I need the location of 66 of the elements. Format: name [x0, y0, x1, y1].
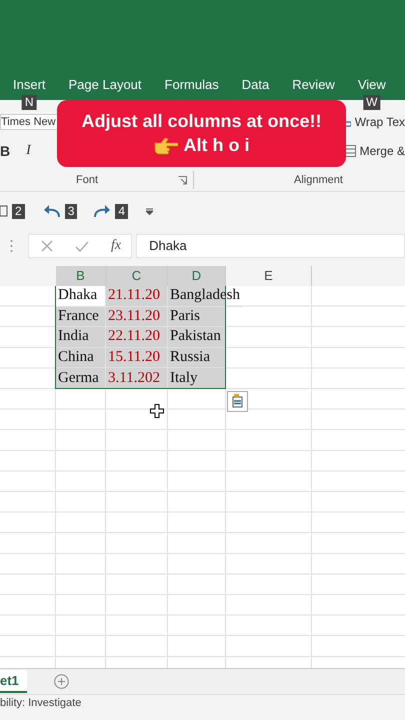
- table-cell[interactable]: Paris: [168, 306, 226, 328]
- check-icon[interactable]: [75, 240, 89, 252]
- shortcut-text: Alt h o i: [184, 135, 250, 156]
- cell-text: 23.11.20: [107, 308, 160, 325]
- pointing-hand-icon: [154, 136, 178, 154]
- format-button[interactable]: I: [26, 143, 31, 159]
- table-cell[interactable]: Pakistan: [168, 327, 226, 348]
- merge-button[interactable]: Merge &: [360, 144, 405, 158]
- cell-text: Pakistan: [169, 328, 221, 346]
- table-cell[interactable]: Italy: [168, 368, 226, 389]
- cell-text: Germa: [57, 370, 99, 387]
- table-cell[interactable]: Germa: [56, 368, 106, 389]
- undo-icon[interactable]: [42, 204, 61, 218]
- drag-handle-icon[interactable]: [10, 239, 13, 253]
- table-cell[interactable]: 15.11.20: [106, 348, 168, 368]
- column-header[interactable]: C: [106, 266, 168, 286]
- group-label: Font: [76, 174, 98, 186]
- table-cell[interactable]: 23.11.20: [106, 306, 168, 328]
- redo-icon[interactable]: [93, 204, 112, 218]
- cell-text: Russia: [169, 349, 210, 366]
- format-button[interactable]: B: [0, 143, 10, 159]
- cell-text: France: [57, 308, 99, 325]
- cell-text: 22.11.20: [107, 328, 160, 346]
- table-cell[interactable]: France: [56, 306, 106, 328]
- paste-options-icon[interactable]: [227, 391, 248, 412]
- wrap-text-button[interactable]: Wrap Tex: [354, 115, 405, 129]
- insert-function-button[interactable]: fx: [111, 238, 122, 254]
- key-tip: W: [363, 95, 380, 110]
- font-name-field[interactable]: Times New: [0, 114, 59, 130]
- ribbon-tab[interactable]: Review: [292, 76, 335, 92]
- ribbon-tab[interactable]: Insert: [13, 76, 46, 92]
- banner-title: Adjust all columns at once!!: [81, 111, 322, 132]
- table-cell[interactable]: Dhaka: [56, 286, 106, 307]
- key-tip: 2: [12, 204, 25, 218]
- cell-text: China: [57, 349, 94, 366]
- table-cell[interactable]: 21.11.20: [106, 286, 168, 307]
- add-sheet-icon[interactable]: [54, 674, 69, 689]
- ribbon-tab[interactable]: Page Layout: [68, 76, 142, 92]
- table-cell[interactable]: China: [56, 348, 106, 368]
- cell-text: 3.11.202: [107, 370, 160, 387]
- cell-text: 21.11.20: [107, 287, 160, 304]
- table-cell[interactable]: Russia: [168, 348, 226, 368]
- ribbon-tab[interactable]: View: [358, 76, 386, 92]
- key-tip: 3: [64, 204, 78, 218]
- cell-text: India: [57, 328, 89, 346]
- cell-text: Paris: [169, 308, 200, 325]
- cell-text: Dhaka: [57, 287, 98, 304]
- customize-icon[interactable]: [146, 208, 154, 214]
- column-header[interactable]: D: [168, 266, 226, 286]
- table-cell[interactable]: 22.11.20: [106, 327, 168, 348]
- table-cell[interactable]: 3.11.202: [106, 368, 168, 389]
- cell-text: Italy: [169, 370, 198, 387]
- table-cell[interactable]: India: [56, 327, 106, 348]
- ribbon-tab[interactable]: Data: [242, 76, 270, 92]
- cursor-icon: [150, 404, 164, 418]
- ribbon-tab[interactable]: Formulas: [164, 76, 219, 92]
- save-icon[interactable]: [0, 204, 8, 218]
- group-label: Alignment: [294, 174, 343, 186]
- sheet-tab[interactable]: et1: [0, 670, 27, 693]
- status-text: bility: Investigate: [0, 697, 82, 709]
- key-tip: N: [22, 95, 37, 110]
- key-tip: 4: [115, 204, 128, 218]
- formula-field[interactable]: Dhaka: [136, 234, 405, 258]
- column-header[interactable]: B: [56, 266, 106, 286]
- cell-text: 15.11.20: [107, 349, 160, 366]
- dialog-launcher-icon[interactable]: [178, 176, 188, 184]
